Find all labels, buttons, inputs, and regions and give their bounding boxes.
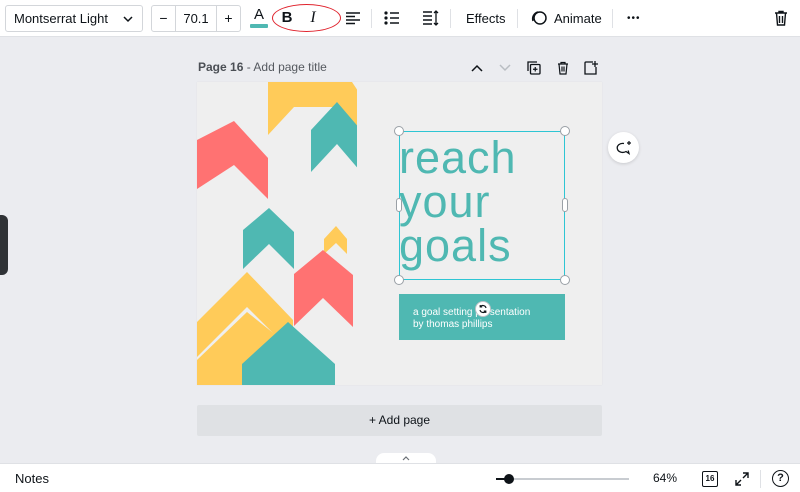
effects-button[interactable]: Effects xyxy=(466,0,506,37)
zoom-slider-handle[interactable] xyxy=(504,474,514,484)
headline-line: goals xyxy=(399,220,512,271)
resize-handle-top-right[interactable] xyxy=(560,126,570,136)
add-page-inline-button[interactable] xyxy=(583,60,599,76)
yellow-chevron-shape xyxy=(324,226,347,254)
headline-line: your xyxy=(399,176,491,227)
coral-chevron-shape xyxy=(294,250,353,327)
teal-chevron-shape xyxy=(243,208,294,269)
spacing-button[interactable] xyxy=(420,7,442,29)
bold-button[interactable]: B xyxy=(277,7,297,29)
add-page-button[interactable]: + Add page xyxy=(197,405,602,436)
resize-handle-bottom-left[interactable] xyxy=(394,275,404,285)
fullscreen-button[interactable] xyxy=(733,470,751,488)
add-page-icon xyxy=(584,61,598,75)
font-size-input[interactable]: 70.1 xyxy=(176,6,216,31)
toolbar-divider xyxy=(450,9,451,28)
trash-icon xyxy=(775,10,787,26)
toolbar-divider xyxy=(371,9,372,28)
more-options-button[interactable]: ••• xyxy=(627,0,641,37)
increase-font-size-button[interactable]: + xyxy=(216,6,240,31)
trash-icon xyxy=(558,61,568,75)
page-title-bar[interactable]: Page 16 - Add page title xyxy=(198,60,327,74)
animate-icon xyxy=(531,11,547,25)
text-align-button[interactable] xyxy=(342,7,364,29)
notes-button[interactable]: Notes xyxy=(15,464,49,492)
page-title-separator: - xyxy=(243,60,254,74)
top-toolbar: Montserrat Light − 70.1 + A B I Effects … xyxy=(0,0,800,37)
bullet-list-icon xyxy=(384,11,399,25)
side-panel-toggle[interactable] xyxy=(0,215,8,275)
animate-button[interactable]: Animate xyxy=(554,0,602,37)
zoom-value[interactable]: 64% xyxy=(653,464,677,492)
font-family-value: Montserrat Light xyxy=(14,11,108,26)
comment-add-icon xyxy=(616,140,631,155)
delete-page-button[interactable] xyxy=(555,60,571,76)
resize-handle-top-left[interactable] xyxy=(394,126,404,136)
design-canvas[interactable]: reach your goals a goal setting presenta… xyxy=(197,82,602,385)
chevron-down-icon xyxy=(499,64,511,72)
zoom-slider[interactable] xyxy=(496,474,629,484)
resize-handle-left[interactable] xyxy=(396,198,402,212)
toolbar-divider xyxy=(517,9,518,28)
bottom-bar: Notes 64% 16 ? xyxy=(0,463,800,492)
text-color-letter: A xyxy=(253,6,264,23)
chevron-up-icon xyxy=(402,456,410,461)
font-family-dropdown[interactable]: Montserrat Light xyxy=(5,5,143,32)
duplicate-page-button[interactable] xyxy=(526,60,542,76)
help-button[interactable]: ? xyxy=(772,470,789,487)
delete-button[interactable] xyxy=(770,7,792,29)
add-comment-button[interactable] xyxy=(608,132,639,163)
align-left-icon xyxy=(346,12,360,25)
chevron-down-icon xyxy=(123,16,133,23)
font-size-stepper: − 70.1 + xyxy=(151,5,241,32)
list-button[interactable] xyxy=(381,7,403,29)
decrease-font-size-button[interactable]: − xyxy=(152,6,176,31)
page-count-button[interactable]: 16 xyxy=(702,471,718,487)
text-color-swatch xyxy=(250,24,268,28)
line-spacing-icon xyxy=(423,10,439,26)
text-color-button[interactable]: A xyxy=(249,6,269,30)
rotate-handle[interactable] xyxy=(475,301,491,317)
rotate-icon xyxy=(479,304,487,314)
italic-button[interactable]: I xyxy=(303,7,323,29)
subtitle-line: by thomas phillips xyxy=(413,319,493,330)
page-title-placeholder[interactable]: Add page title xyxy=(253,60,326,74)
bottom-divider xyxy=(760,470,761,488)
chevron-up-icon xyxy=(471,64,483,72)
headline-line: reach xyxy=(399,132,517,183)
move-page-up-button[interactable] xyxy=(469,60,485,76)
resize-handle-bottom-right[interactable] xyxy=(560,275,570,285)
expand-icon xyxy=(735,472,749,486)
coral-chevron-shape xyxy=(197,121,268,199)
page-number-label: Page 16 xyxy=(198,60,244,74)
chevron-artwork xyxy=(197,82,357,385)
move-page-down-button[interactable] xyxy=(497,60,513,76)
headline-text[interactable]: reach your goals xyxy=(399,132,569,271)
animate-icon-wrap[interactable] xyxy=(528,7,550,29)
duplicate-icon xyxy=(527,61,541,75)
resize-handle-right[interactable] xyxy=(562,198,568,212)
toolbar-divider xyxy=(612,9,613,28)
